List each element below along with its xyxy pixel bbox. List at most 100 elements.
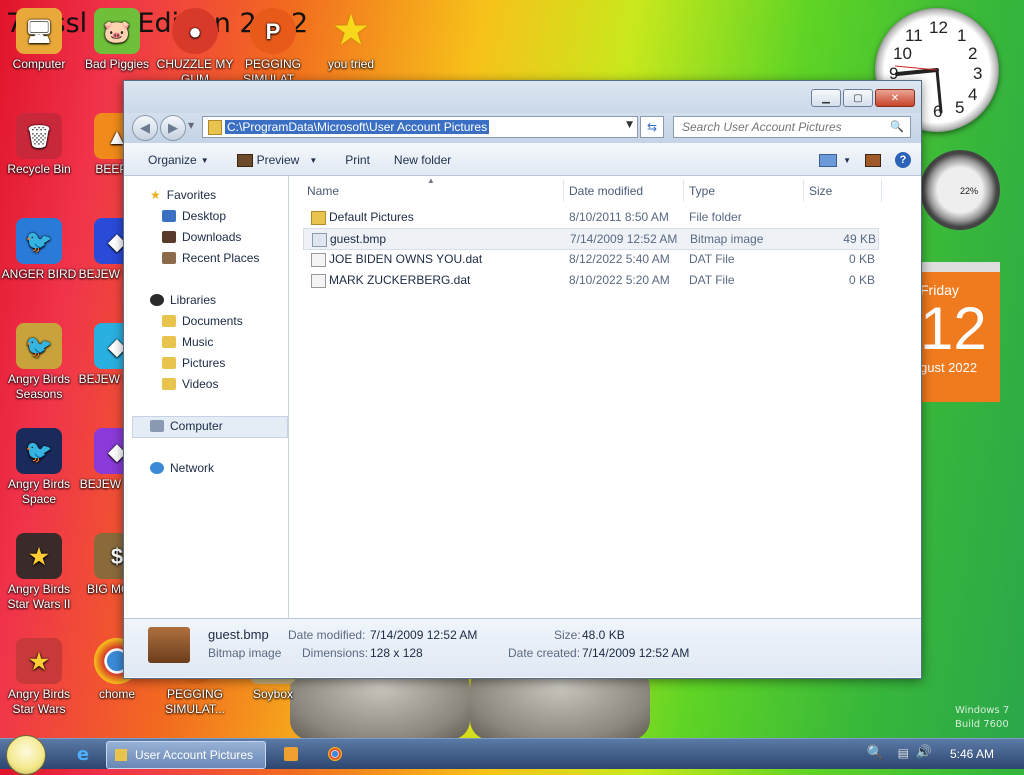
- details-filename: guest.bmp: [208, 627, 269, 642]
- maximize-button[interactable]: ▢: [843, 89, 873, 107]
- new-folder-button[interactable]: New folder: [380, 145, 461, 175]
- chuzzle-icon: ●: [172, 8, 218, 54]
- clock-time[interactable]: 5:46 AM: [950, 747, 994, 761]
- navigation-pane: ★ Favorites Desktop Downloads Recent Plac…: [124, 176, 289, 618]
- peggle-icon: P: [250, 8, 296, 54]
- desktop-icon-angry-birds-space[interactable]: 🐦 Angry Birds Space: [0, 428, 78, 507]
- address-bar[interactable]: C:\ProgramData\Microsoft\User Account Pi…: [202, 116, 638, 138]
- address-path[interactable]: C:\ProgramData\Microsoft\User Account Pi…: [225, 120, 490, 134]
- column-header-date[interactable]: Date modified: [569, 180, 684, 202]
- internet-explorer-icon[interactable]: e: [68, 741, 98, 767]
- desktop-icon-angry-birds-seasons[interactable]: 🐦 Angry Birds Seasons: [0, 323, 78, 402]
- nav-downloads[interactable]: Downloads: [162, 227, 241, 247]
- organize-button[interactable]: Organize ▼: [124, 145, 219, 175]
- details-date-created: 7/14/2009 12:52 AM: [582, 646, 690, 660]
- column-header-type[interactable]: Type: [689, 180, 804, 202]
- file-row[interactable]: JOE BIDEN OWNS YOU.dat 8/12/2022 5:40 AM…: [303, 249, 877, 269]
- print-button[interactable]: Print: [327, 145, 380, 175]
- recent-pages-chevron-icon[interactable]: ▼: [188, 121, 194, 130]
- chevron-down-icon: ▼: [200, 155, 209, 165]
- star-icon: ★: [150, 188, 161, 202]
- desktop-icon: [162, 210, 176, 222]
- desktop-icon-chuzzle[interactable]: ● CHUZZLE MY GUM: [156, 8, 234, 87]
- downloads-icon: [162, 231, 176, 243]
- minimize-button[interactable]: ▁: [811, 89, 841, 107]
- nav-computer[interactable]: Computer: [150, 416, 223, 436]
- angry-birds-space-icon: 🐦: [16, 428, 62, 474]
- recent-places-icon: [162, 252, 176, 264]
- nav-recent-places[interactable]: Recent Places: [162, 248, 259, 268]
- bad-piggies-icon: 🐷: [94, 8, 140, 54]
- media-player-icon[interactable]: [280, 741, 302, 767]
- explorer-window[interactable]: ▁ ▢ ✕ ◀ ▶ ▼ C:\ProgramData\Microsoft\Use…: [123, 80, 922, 679]
- nav-documents[interactable]: Documents: [162, 311, 243, 331]
- nav-network[interactable]: Network: [150, 458, 214, 478]
- taskbar: e User Account Pictures 🔍 ▤ 🔊 5:46 AM: [0, 735, 1024, 775]
- back-arrow-icon: ◀: [140, 120, 150, 136]
- back-button[interactable]: ◀: [132, 115, 158, 141]
- nav-music[interactable]: Music: [162, 332, 213, 352]
- cpu-meter-gadget[interactable]: 22%: [920, 150, 1000, 230]
- close-button[interactable]: ✕: [875, 89, 915, 107]
- folder-icon: [208, 120, 222, 135]
- locked-file-icon: [311, 253, 326, 267]
- desktop-icon-angry-birds-star-wars-2[interactable]: ★ Angry Birds Star Wars II: [0, 533, 78, 612]
- file-icon: [311, 274, 326, 288]
- libraries-icon: [150, 294, 164, 306]
- nav-libraries[interactable]: Libraries: [150, 290, 216, 310]
- column-header-name[interactable]: Name: [307, 180, 564, 202]
- details-filetype: Bitmap image: [208, 646, 282, 660]
- folder-icon: [115, 749, 127, 761]
- forward-button[interactable]: ▶: [160, 115, 186, 141]
- preview-pane-button[interactable]: [865, 153, 881, 167]
- address-dropdown-icon[interactable]: ▼: [626, 120, 633, 130]
- forward-arrow-icon: ▶: [168, 120, 178, 136]
- file-row-selected[interactable]: guest.bmp 7/14/2009 12:52 AM Bitmap imag…: [303, 228, 879, 250]
- nav-videos[interactable]: Videos: [162, 374, 218, 394]
- volume-icon[interactable]: 🔊: [916, 745, 932, 760]
- star-icon: ★: [333, 9, 369, 52]
- command-bar: Organize ▼ Preview ▼ Print New folder ▼ ?: [124, 145, 921, 176]
- file-list: ▲ Name Date modified Type Size Default P…: [289, 176, 921, 618]
- desktop-icon-recycle-bin[interactable]: 🗑 Recycle Bin: [0, 113, 78, 177]
- desktop-icon-pegging-simulator[interactable]: P PEGGING SIMULAT...: [234, 8, 312, 87]
- nav-favorites[interactable]: ★ Favorites: [150, 185, 216, 205]
- nav-pictures[interactable]: Pictures: [162, 353, 225, 373]
- desktop-icon-computer[interactable]: 🖥 Computer: [0, 8, 78, 72]
- chevron-down-icon: ▼: [309, 155, 318, 165]
- details-pane: guest.bmp Bitmap image Date modified: 7/…: [124, 618, 921, 677]
- desktop-icon-bad-piggies[interactable]: 🐷 Bad Piggies: [78, 8, 156, 72]
- search-tray-icon[interactable]: 🔍: [867, 745, 884, 761]
- chrome-taskbar-icon[interactable]: [324, 741, 346, 767]
- computer-icon: [150, 420, 164, 432]
- column-header-size[interactable]: Size: [809, 180, 882, 202]
- pictures-icon: [162, 357, 176, 369]
- documents-icon: [162, 315, 176, 327]
- file-row[interactable]: MARK ZUCKERBERG.dat 8/10/2022 5:20 AM DA…: [303, 270, 877, 290]
- desktop-icon-anger-bird[interactable]: 🐦 ANGER BIRD: [0, 218, 78, 282]
- view-icon: [819, 153, 838, 167]
- navigation-bar: ◀ ▶ ▼ C:\ProgramData\Microsoft\User Acco…: [124, 113, 921, 143]
- windows-watermark: Windows 7 Build 7600: [955, 705, 1010, 730]
- file-row[interactable]: Default Pictures 8/10/2011 8:50 AM File …: [303, 207, 877, 227]
- preview-button[interactable]: Preview ▼: [219, 145, 328, 175]
- calendar-gadget[interactable]: Friday 12 gust 2022: [920, 262, 1000, 402]
- videos-icon: [162, 378, 176, 390]
- computer-icon: 🖥: [16, 8, 62, 54]
- chevron-down-icon: ▼: [843, 155, 851, 165]
- music-icon: [162, 336, 176, 348]
- search-input[interactable]: [680, 119, 894, 135]
- start-button[interactable]: [6, 735, 46, 775]
- nav-desktop[interactable]: Desktop: [162, 206, 226, 226]
- bitmap-file-icon: [312, 233, 327, 247]
- change-view-button[interactable]: ▼: [819, 153, 851, 167]
- desktop-icon-you-tried[interactable]: ★ you tried: [312, 8, 390, 72]
- help-button[interactable]: ?: [895, 152, 911, 168]
- search-icon[interactable]: 🔍: [890, 120, 904, 133]
- taskbar-explorer-button[interactable]: User Account Pictures: [106, 741, 266, 769]
- refresh-button[interactable]: ⇆: [640, 116, 664, 138]
- search-box[interactable]: 🔍: [673, 116, 911, 138]
- desktop-icon-angry-birds-star-wars[interactable]: ★ Angry Birds Star Wars: [0, 638, 78, 717]
- angry-birds-seasons-icon: 🐦: [16, 323, 62, 369]
- network-tray-icon[interactable]: ▤: [898, 746, 909, 760]
